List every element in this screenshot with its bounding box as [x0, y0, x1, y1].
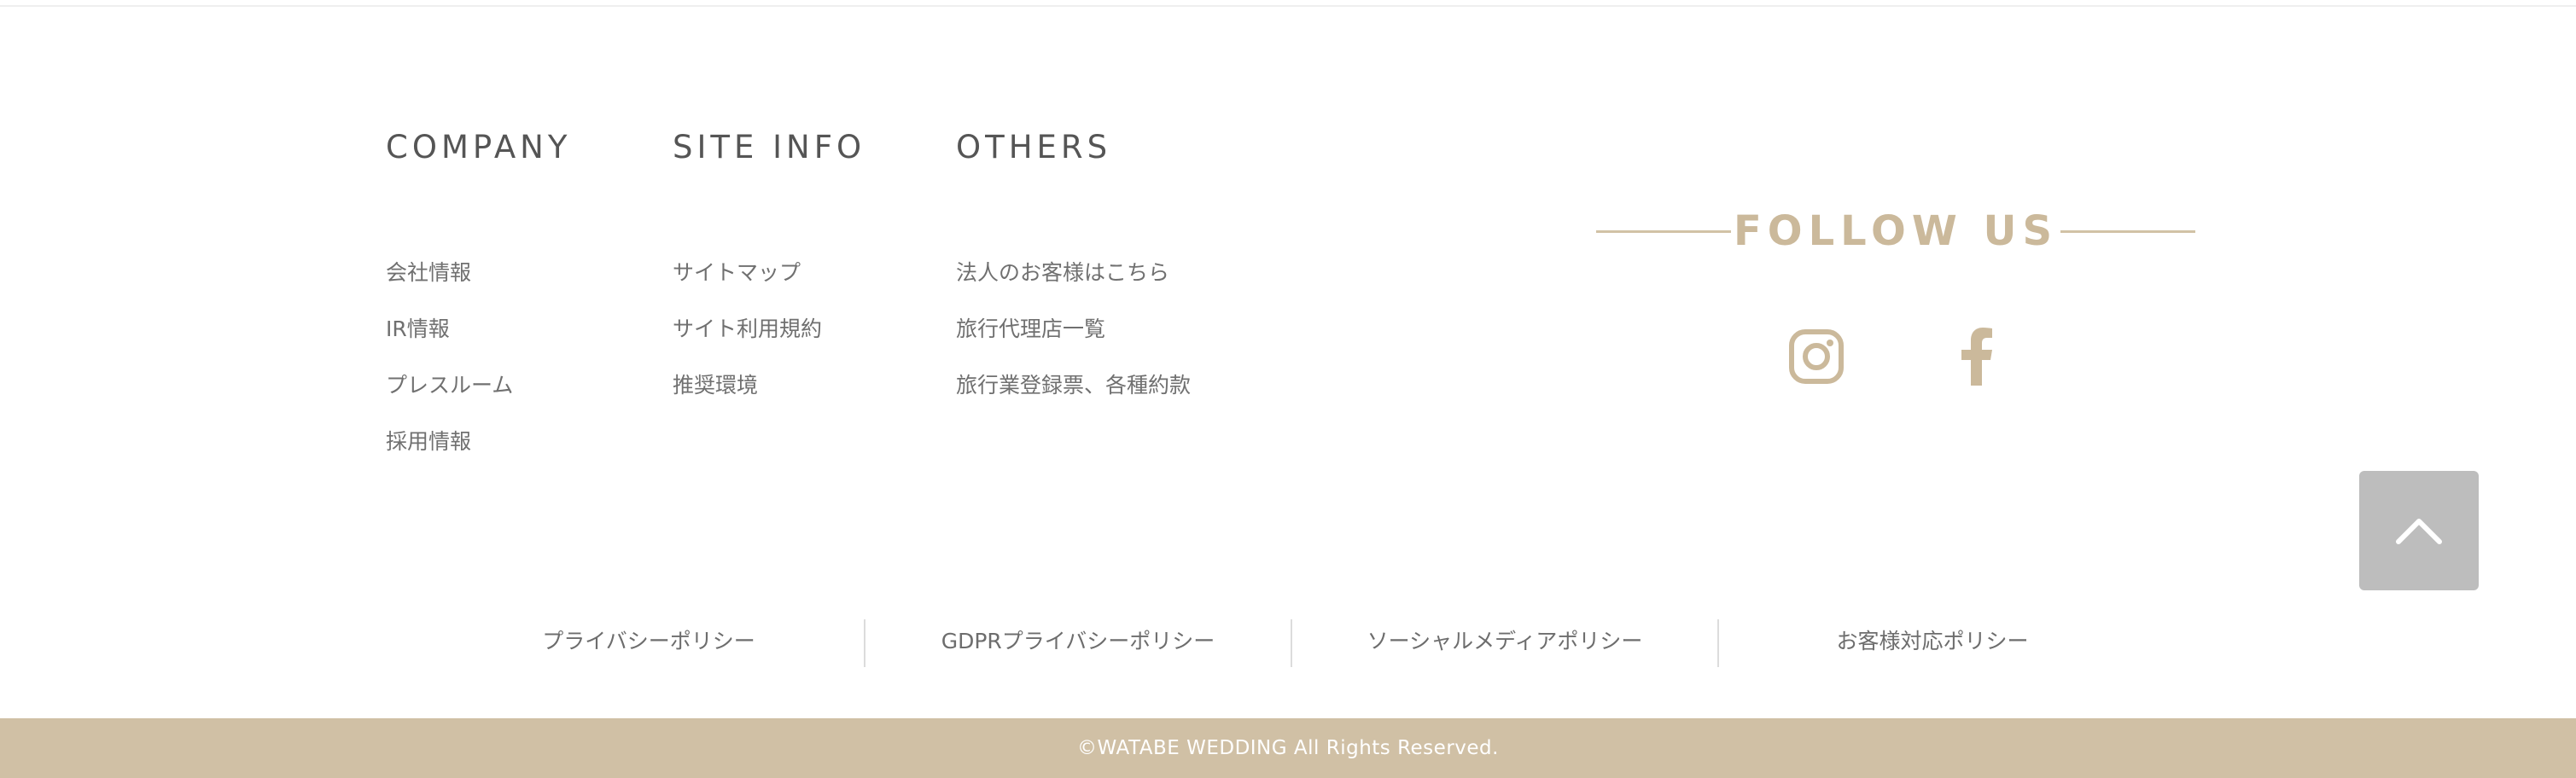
link-recruit[interactable]: 採用情報: [386, 427, 471, 457]
facebook-glyph: [1961, 328, 1992, 386]
follow-us-heading: FOLLOW US: [1596, 201, 2195, 261]
others-links: 法人のお客様はこちら 旅行代理店一覧 旅行業登録票、各種約款: [956, 258, 1191, 427]
footer-column-site-info: SITE INFO サイトマップ サイト利用規約 推奨環境: [673, 128, 866, 398]
list-item: 推奨環境: [673, 370, 822, 427]
company-links: 会社情報 IR情報 プレスルーム 採用情報: [386, 258, 513, 483]
footer-column-company: COMPANY 会社情報 IR情報 プレスルーム 採用情報: [386, 128, 572, 454]
link-sitemap[interactable]: サイトマップ: [673, 258, 801, 288]
link-travel-agencies[interactable]: 旅行代理店一覧: [956, 314, 1105, 345]
list-item: 旅行業登録票、各種約款: [956, 370, 1191, 427]
list-item: 会社情報: [386, 258, 513, 314]
top-divider: [0, 5, 2576, 7]
column-heading-company: COMPANY: [386, 129, 572, 165]
back-to-top-button[interactable]: [2359, 471, 2479, 590]
footer-column-others: OTHERS 法人のお客様はこちら 旅行代理店一覧 旅行業登録票、各種約款: [956, 128, 1191, 398]
link-ir-info[interactable]: IR情報: [386, 314, 450, 345]
policy-links: プライバシーポリシー GDPRプライバシーポリシー ソーシャルメディアポリシー …: [0, 614, 2576, 669]
list-item: サイト利用規約: [673, 314, 822, 370]
site-info-links: サイトマップ サイト利用規約 推奨環境: [673, 258, 822, 427]
link-company-info[interactable]: 会社情報: [386, 258, 471, 288]
link-customer-policy[interactable]: お客様対応ポリシー: [1719, 614, 2146, 669]
link-gdpr-privacy-policy[interactable]: GDPRプライバシーポリシー: [865, 614, 1291, 669]
link-social-media-policy[interactable]: ソーシャルメディアポリシー: [1292, 614, 1717, 669]
copyright-text: ©WATABE WEDDING All Rights Reserved.: [1077, 737, 1499, 759]
list-item: IR情報: [386, 314, 513, 370]
chevron-up-icon: [2396, 519, 2442, 544]
link-corporate-customers[interactable]: 法人のお客様はこちら: [956, 258, 1169, 288]
list-item: 法人のお客様はこちら: [956, 258, 1191, 314]
facebook-icon[interactable]: [1943, 322, 2011, 391]
list-item: 旅行代理店一覧: [956, 314, 1191, 370]
link-press-room[interactable]: プレスルーム: [386, 370, 513, 401]
link-travel-registration[interactable]: 旅行業登録票、各種約款: [956, 370, 1191, 401]
instagram-icon[interactable]: [1782, 322, 1850, 391]
list-item: サイトマップ: [673, 258, 822, 314]
link-recommended-environment[interactable]: 推奨環境: [673, 370, 758, 401]
divider-line-right: [2060, 230, 2195, 233]
column-heading-site-info: SITE INFO: [673, 129, 866, 165]
list-item: 採用情報: [386, 427, 513, 483]
copyright-bar: ©WATABE WEDDING All Rights Reserved.: [0, 718, 2576, 778]
link-terms-of-use[interactable]: サイト利用規約: [673, 314, 822, 345]
link-privacy-policy[interactable]: プライバシーポリシー: [435, 614, 862, 669]
instagram-glyph: [1789, 329, 1844, 384]
list-item: プレスルーム: [386, 370, 513, 427]
column-heading-others: OTHERS: [956, 129, 1112, 165]
